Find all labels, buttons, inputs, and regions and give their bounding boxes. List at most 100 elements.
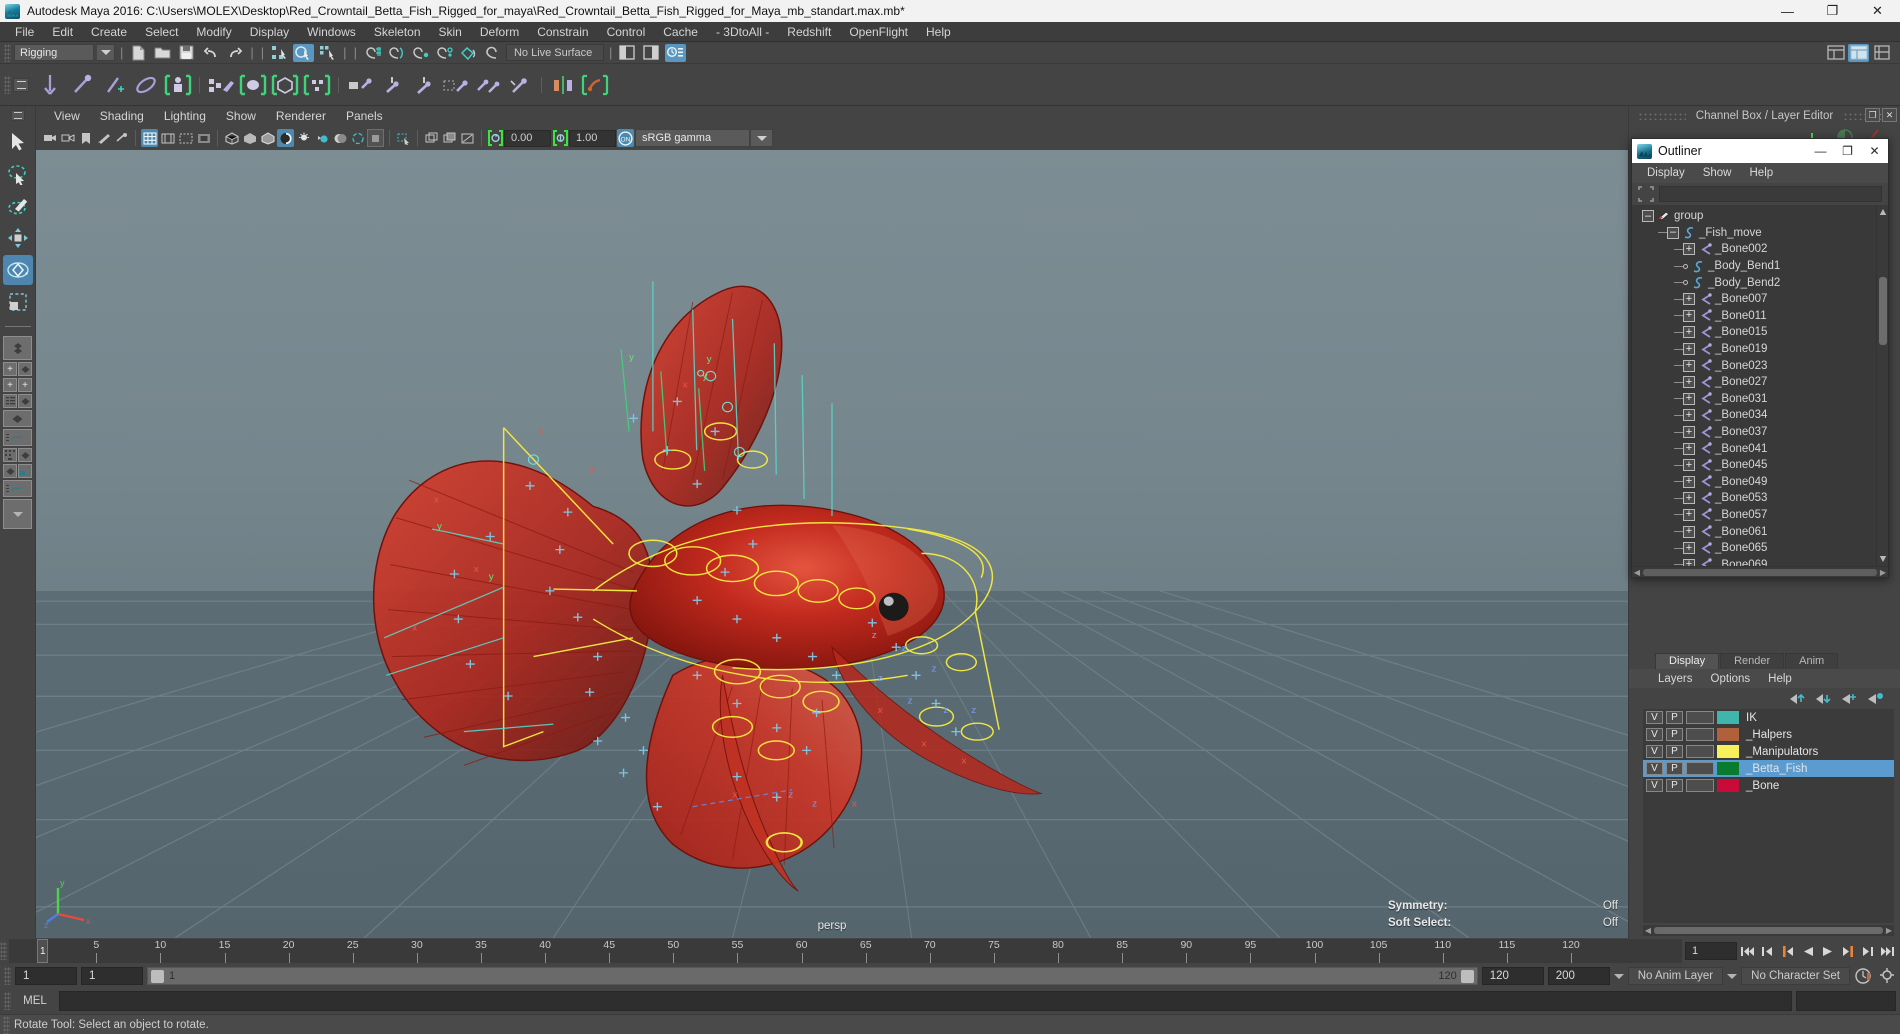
layer-menu-options[interactable]: Options: [1702, 673, 1760, 685]
aim-constraint-icon[interactable]: [473, 69, 503, 101]
select-tool-button[interactable]: [3, 127, 33, 157]
deform-cluster-icon[interactable]: [302, 69, 332, 101]
maximize-button[interactable]: ❐: [1810, 0, 1855, 22]
new-scene-icon[interactable]: [128, 44, 149, 62]
layer-hscroll-left-icon[interactable]: ◀: [1643, 926, 1653, 935]
layer-playback-toggle[interactable]: P: [1666, 728, 1683, 741]
outliner-row[interactable]: + _Bone053: [1632, 490, 1876, 507]
layer-color-swatch[interactable]: [1717, 745, 1739, 758]
panel-menu-lighting[interactable]: Lighting: [154, 109, 216, 123]
layout-expand-button[interactable]: [3, 499, 32, 529]
minimize-button[interactable]: —: [1765, 0, 1810, 22]
outliner-tree-list[interactable]: – group – _Fish_move + _Bone002 _Body_Bend1 _Bo…: [1632, 205, 1876, 566]
persp-viewport[interactable]: xxx xxx xxx xx yyy yy zzz zzz zzz Symmet…: [36, 150, 1628, 938]
outliner-leaf-dot[interactable]: [1683, 263, 1688, 269]
outliner-row[interactable]: + _Bone045: [1632, 457, 1876, 474]
toolbar-grip[interactable]: [4, 43, 11, 62]
outliner-expand-toggle[interactable]: +: [1683, 475, 1695, 488]
hypershade-layout-buttons[interactable]: [3, 448, 32, 462]
outliner-row[interactable]: + _Bone007: [1632, 291, 1876, 308]
layer-display-type-toggle[interactable]: [1686, 762, 1714, 775]
layer-playback-toggle[interactable]: P: [1666, 745, 1683, 758]
outliner-tree-body[interactable]: – group – _Fish_move + _Bone002 _Body_Bend1 _Bo…: [1632, 205, 1888, 566]
layout-persp-icon[interactable]: [18, 362, 32, 376]
paint-skin-weights-icon[interactable]: [206, 69, 236, 101]
use-default-lighting-icon[interactable]: [295, 129, 312, 147]
workspace-selector-icon[interactable]: [1848, 43, 1869, 62]
play-forwards-button[interactable]: [1818, 941, 1837, 961]
layer-hscroll-right-icon[interactable]: ▶: [1884, 926, 1894, 935]
layout-hypershade-icon[interactable]: [3, 448, 17, 462]
wireframe-shading-icon[interactable]: [223, 129, 240, 147]
anim-graph-layout-buttons[interactable]: [3, 480, 32, 497]
outliner-row[interactable]: + _Bone027: [1632, 374, 1876, 391]
menu-deform[interactable]: Deform: [471, 24, 528, 40]
persp-graph-layout-buttons[interactable]: [3, 410, 32, 427]
layout-two-stacked-icon[interactable]: +: [3, 378, 17, 392]
deform-lattice-icon[interactable]: [270, 69, 300, 101]
step-back-frame-button[interactable]: [1778, 941, 1797, 961]
command-line-grip[interactable]: [4, 992, 11, 1010]
outliner-row[interactable]: + _Bone015: [1632, 324, 1876, 341]
step-forward-keyframe-button[interactable]: [1858, 941, 1877, 961]
outliner-row[interactable]: + _Bone057: [1632, 507, 1876, 524]
color-transform-dropdown-arrow[interactable]: [751, 129, 773, 147]
outliner-row[interactable]: _Body_Bend2: [1632, 274, 1876, 291]
out-hscroll-thumb[interactable]: [1643, 568, 1877, 576]
outliner-row[interactable]: + _Bone069: [1632, 556, 1876, 566]
outliner-row[interactable]: + _Bone034: [1632, 407, 1876, 424]
outliner-row[interactable]: + _Bone031: [1632, 391, 1876, 408]
menu-cache[interactable]: Cache: [654, 24, 707, 40]
layer-playback-toggle[interactable]: P: [1666, 779, 1683, 792]
menu-skeleton[interactable]: Skeleton: [365, 24, 430, 40]
outliner-expand-toggle[interactable]: +: [1683, 409, 1695, 422]
go-to-end-button[interactable]: [1878, 941, 1897, 961]
tab-render[interactable]: Render: [1720, 653, 1785, 669]
menu-select[interactable]: Select: [136, 24, 187, 40]
ambient-occlusion-icon[interactable]: [349, 129, 366, 147]
animation-end-field[interactable]: 200: [1547, 967, 1610, 985]
range-bar-left-grip[interactable]: [151, 969, 164, 983]
select-by-component-type-icon[interactable]: [317, 44, 338, 62]
panel-menu-show[interactable]: Show: [216, 109, 266, 123]
layer-row[interactable]: V P _Halpers: [1643, 726, 1894, 743]
menu-modify[interactable]: Modify: [187, 24, 240, 40]
step-back-keyframe-button[interactable]: [1758, 941, 1777, 961]
hscroll-right-arrow-icon[interactable]: ▶: [1878, 568, 1888, 577]
show-hide-attribute-editor-icon[interactable]: [641, 44, 662, 62]
outliner-scroll-thumb[interactable]: [1879, 277, 1887, 345]
outliner-expand-toggle[interactable]: +: [1683, 459, 1695, 472]
redo-icon[interactable]: [224, 44, 245, 62]
outliner-row[interactable]: + _Bone065: [1632, 540, 1876, 557]
outliner-expand-toggle[interactable]: +: [1683, 376, 1695, 389]
select-filter-icon[interactable]: [1638, 186, 1654, 202]
parent-constraint-icon[interactable]: [345, 69, 375, 101]
dock-restore-button[interactable]: ❐: [1865, 108, 1880, 122]
shelf-tab-menu-icon[interactable]: [13, 77, 29, 92]
animation-preferences-icon[interactable]: [1878, 967, 1896, 985]
panel-menu-renderer[interactable]: Renderer: [266, 109, 336, 123]
layer-display-type-toggle[interactable]: [1686, 711, 1714, 724]
image-plane-icon[interactable]: [95, 129, 112, 147]
mirror-joint-icon[interactable]: [548, 69, 578, 101]
motion-blur-icon[interactable]: [367, 129, 384, 147]
layout-panel-split-icon[interactable]: [18, 464, 32, 478]
xray-active-components-icon[interactable]: [459, 129, 476, 147]
layout-two-side-icon[interactable]: +: [18, 378, 32, 392]
outliner-vertical-scrollbar[interactable]: [1876, 205, 1888, 566]
layer-color-swatch[interactable]: [1717, 711, 1739, 724]
menu-set-dropdown-arrow[interactable]: [97, 44, 115, 61]
outliner-row[interactable]: + _Bone011: [1632, 308, 1876, 325]
scale-tool-button[interactable]: [3, 287, 33, 317]
menu-help[interactable]: Help: [917, 24, 960, 40]
outliner-horizontal-scrollbar[interactable]: ◀ ▶: [1632, 566, 1888, 577]
layer-row[interactable]: V P _Bone: [1643, 777, 1894, 794]
smooth-shade-all-icon[interactable]: [241, 129, 258, 147]
layer-playback-toggle[interactable]: P: [1666, 762, 1683, 775]
outliner-row[interactable]: – _Fish_move: [1632, 225, 1876, 242]
command-response-field[interactable]: [1796, 991, 1896, 1011]
tab-anim[interactable]: Anim: [1785, 653, 1839, 669]
outliner-collapse-toggle[interactable]: –: [1667, 226, 1679, 239]
layout-persp-small-icon[interactable]: [3, 464, 17, 478]
create-layer-from-selected-icon[interactable]: [1867, 692, 1884, 705]
